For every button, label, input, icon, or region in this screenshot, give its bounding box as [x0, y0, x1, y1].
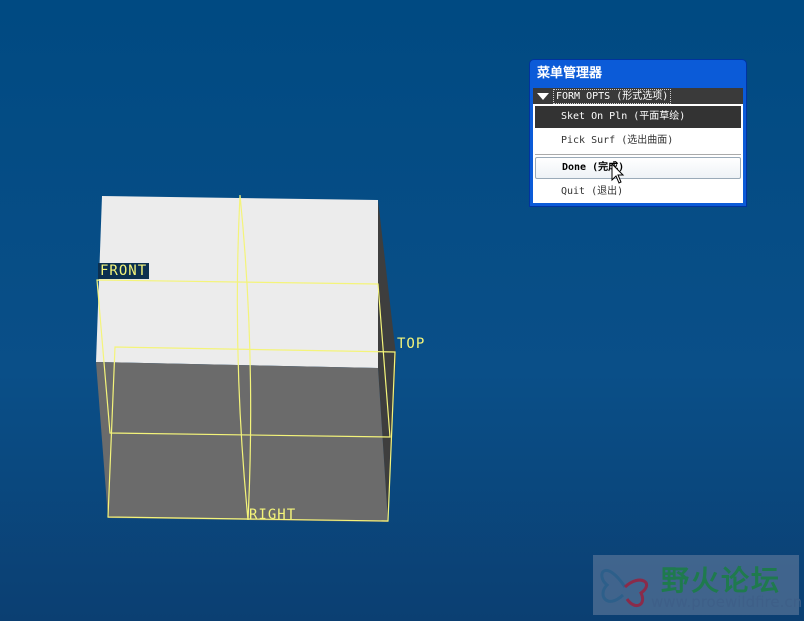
menu-item-done[interactable]: Done (完成)	[535, 157, 741, 179]
menu-manager: 菜单管理器 FORM OPTS (形式选项) Sket On Pln (平面草绘…	[529, 59, 747, 207]
form-opts-group[interactable]: FORM OPTS (形式选项)	[533, 88, 743, 104]
collapse-triangle-icon[interactable]	[537, 92, 549, 100]
menu-item-sket-on-pln[interactable]: Sket On Pln (平面草绘)	[535, 106, 741, 128]
right-plane-label[interactable]: RIGHT	[249, 507, 296, 523]
menu-manager-title: 菜单管理器	[537, 66, 603, 81]
menu-item-pick-surf[interactable]: Pick Surf (选出曲面)	[535, 130, 741, 152]
watermark: 野火论坛 www.proewildfire.cn	[593, 555, 803, 615]
group-label: FORM OPTS (形式选项)	[553, 88, 672, 104]
menu-divider	[535, 154, 741, 155]
front-plane-label[interactable]: FRONT	[98, 263, 150, 279]
menu-body: FORM OPTS (形式选项) Sket On Pln (平面草绘) Pick…	[533, 88, 743, 203]
watermark-url: www.proewildfire.cn	[651, 593, 803, 611]
butterfly-logo-icon	[600, 569, 648, 608]
menu-item-quit[interactable]: Quit (退出)	[535, 181, 741, 203]
mouse-cursor-icon	[611, 163, 625, 184]
top-plane-label[interactable]: TOP	[397, 336, 425, 352]
